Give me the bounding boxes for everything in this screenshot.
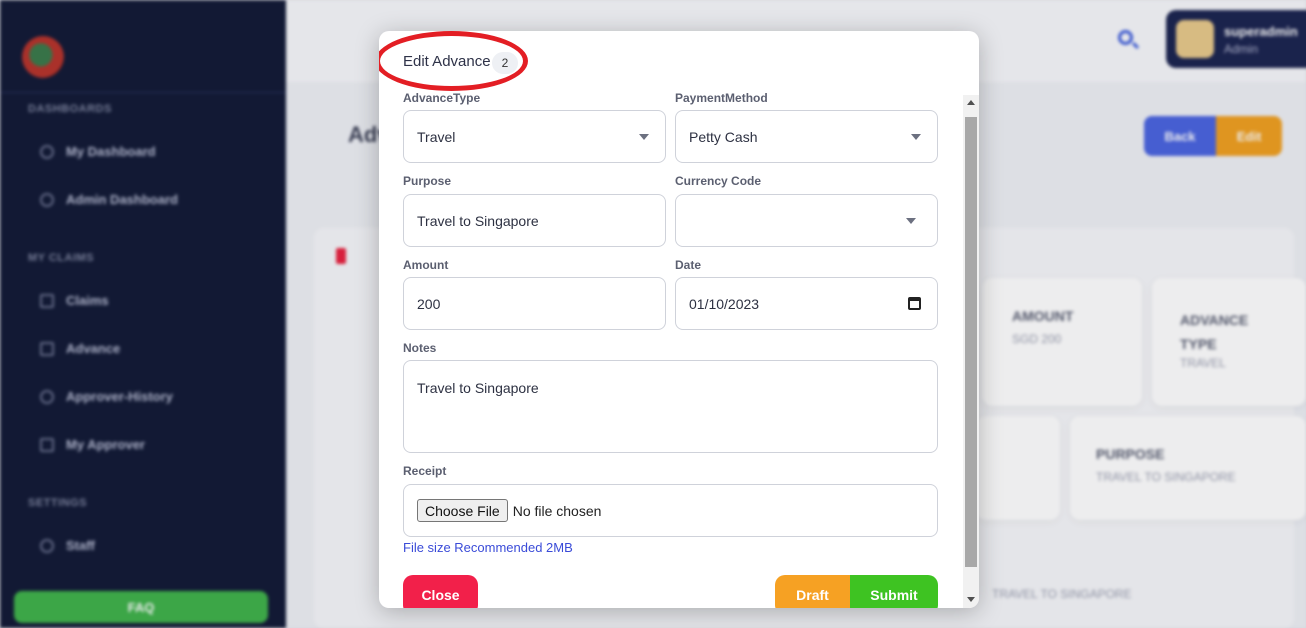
notes-label: Notes: [403, 341, 437, 355]
notes-textarea[interactable]: Travel to Singapore: [403, 360, 938, 453]
advance-type-select[interactable]: Travel: [403, 110, 666, 163]
scrollbar-thumb[interactable]: [965, 117, 977, 567]
purpose-label: Purpose: [403, 174, 452, 188]
modal-form: AdvanceType Travel PaymentMethod Petty C…: [379, 89, 963, 608]
chevron-down-icon: [911, 134, 921, 140]
purpose-value: Travel to Singapore: [417, 212, 539, 229]
purpose-input[interactable]: Travel to Singapore: [403, 194, 666, 247]
payment-method-select[interactable]: Petty Cash: [675, 110, 938, 163]
annotation-highlight-circle: [379, 31, 528, 91]
file-status: No file chosen: [512, 502, 602, 519]
calendar-icon[interactable]: [908, 297, 921, 310]
payment-method-value: Petty Cash: [689, 128, 758, 145]
submit-button[interactable]: Submit: [850, 575, 938, 608]
receipt-label: Receipt: [403, 464, 447, 478]
advance-type-label: AdvanceType: [403, 91, 481, 105]
receipt-file-field: Choose File No file chosen: [403, 484, 938, 537]
date-input[interactable]: 01/10/2023: [675, 277, 938, 330]
date-label: Date: [675, 258, 702, 272]
chevron-down-icon: [639, 134, 649, 140]
currency-code-label: Currency Code: [675, 174, 762, 188]
file-size-hint: File size Recommended 2MB: [403, 540, 573, 555]
date-value: 01/10/2023: [689, 295, 760, 312]
scroll-up-icon[interactable]: [967, 100, 975, 105]
amount-input[interactable]: 200: [403, 277, 666, 330]
edit-advance-modal: Edit Advance 2 AdvanceType Travel Paymen…: [379, 31, 979, 608]
choose-file-button[interactable]: Choose File: [417, 499, 508, 522]
draft-button[interactable]: Draft: [775, 575, 850, 608]
scroll-down-icon[interactable]: [967, 597, 975, 602]
advance-type-value: Travel: [417, 128, 456, 145]
chevron-down-icon: [906, 218, 916, 224]
close-button[interactable]: Close: [403, 575, 478, 608]
payment-method-label: PaymentMethod: [675, 91, 768, 105]
modal-scrollbar[interactable]: [963, 95, 979, 608]
currency-code-select[interactable]: [675, 194, 938, 247]
amount-value: 200: [417, 295, 441, 312]
amount-label: Amount: [403, 258, 449, 272]
notes-value: Travel to Singapore: [417, 380, 539, 396]
